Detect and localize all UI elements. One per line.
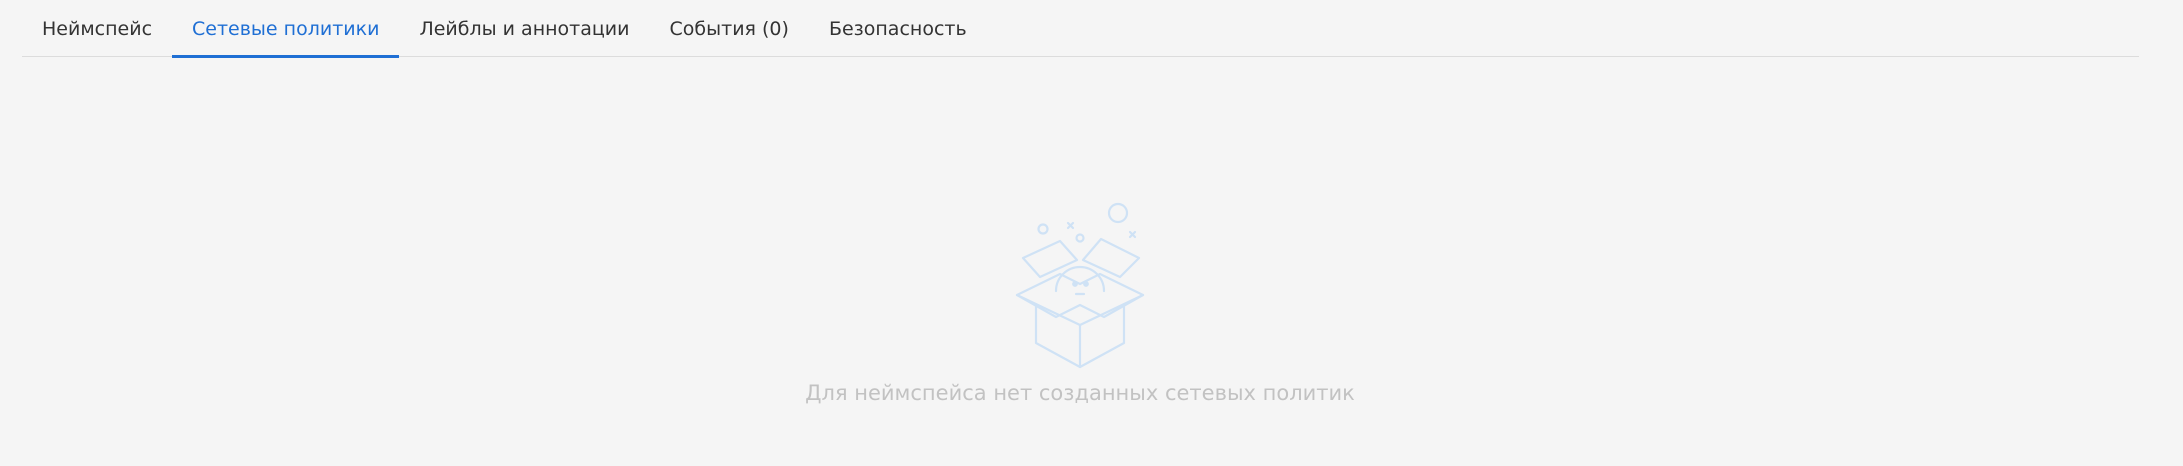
tab-label: Лейблы и аннотации <box>419 17 630 40</box>
tab-labels-annotations[interactable]: Лейблы и аннотации <box>399 0 649 57</box>
page: Неймспейс Сетевые политики Лейблы и анно… <box>0 0 2183 466</box>
tab-label: События (0) <box>669 17 789 40</box>
tab-network-policies[interactable]: Сетевые политики <box>172 0 400 58</box>
tab-namespace[interactable]: Неймспейс <box>22 0 172 57</box>
tab-events[interactable]: События (0) <box>650 0 809 57</box>
tab-bar: Неймспейс Сетевые политики Лейблы и анно… <box>22 0 2139 58</box>
tab-label: Сетевые политики <box>192 17 380 40</box>
tab-label: Безопасность <box>828 17 967 40</box>
empty-box-icon <box>1015 202 1145 369</box>
tab-security[interactable]: Безопасность <box>809 0 987 57</box>
empty-state-message: Для неймспейса нет созданных сетевых пол… <box>805 381 1355 405</box>
tab-label: Неймспейс <box>42 17 153 40</box>
empty-state: Для неймспейса нет созданных сетевых пол… <box>0 195 2160 405</box>
